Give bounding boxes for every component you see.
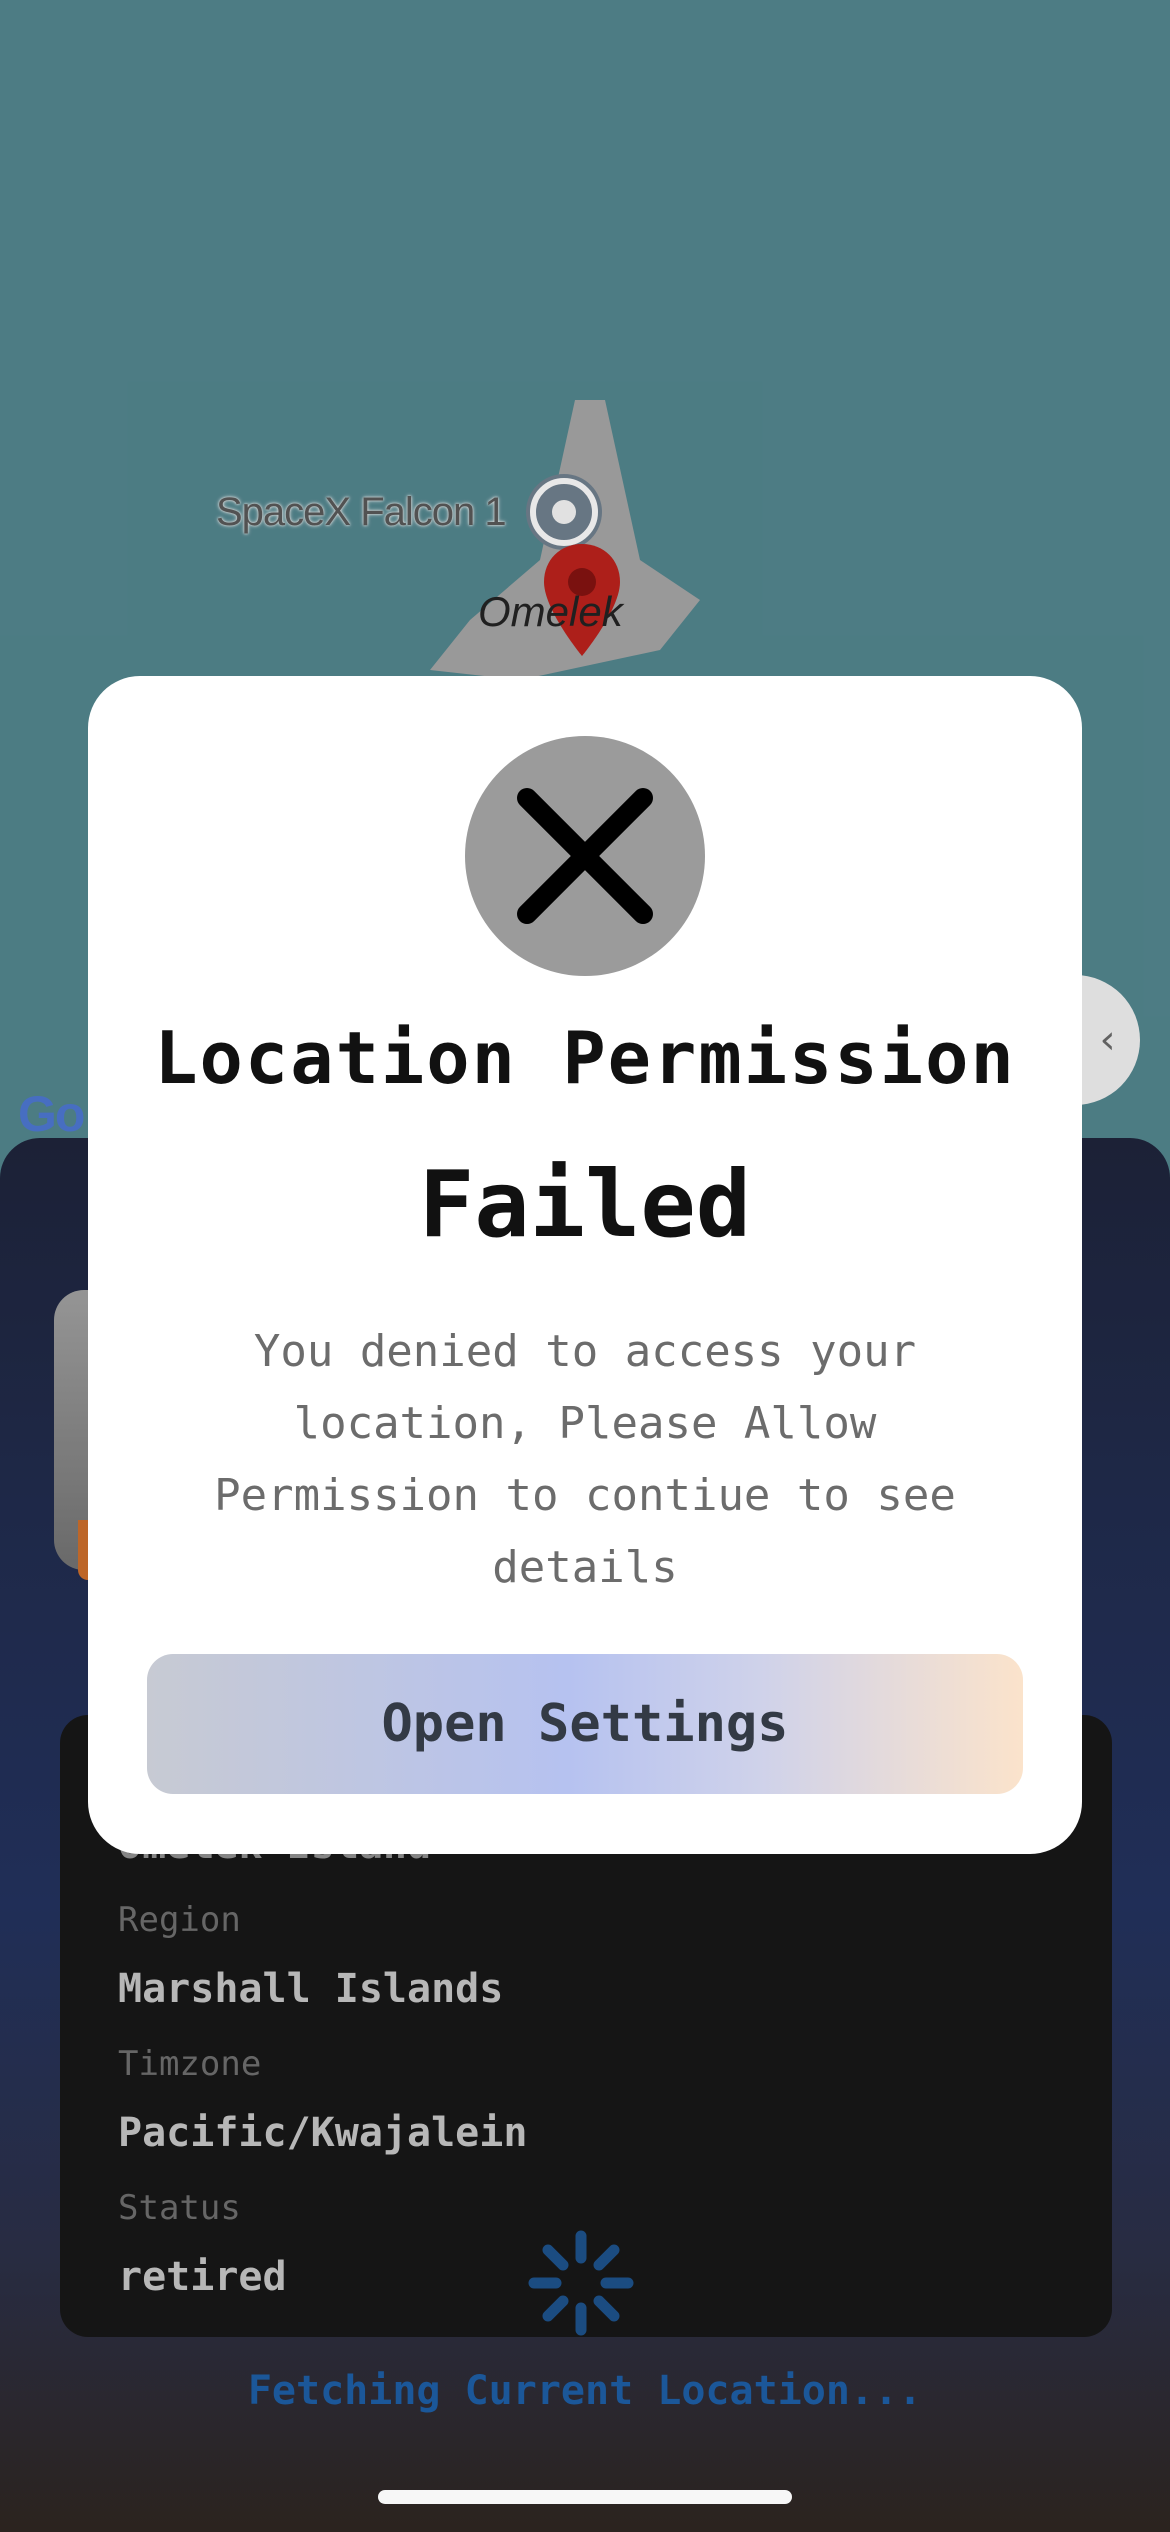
permission-failed-dialog: Location Permission Failed You denied to… xyxy=(88,676,1082,1854)
error-badge xyxy=(465,736,705,976)
close-icon xyxy=(517,788,653,924)
open-settings-button[interactable]: Open Settings xyxy=(147,1654,1023,1794)
dialog-title-line1: Location Permission xyxy=(154,1016,1016,1100)
dialog-title-line2: Failed xyxy=(418,1151,752,1258)
dialog-message: You denied to access your location, Plea… xyxy=(214,1326,956,1593)
